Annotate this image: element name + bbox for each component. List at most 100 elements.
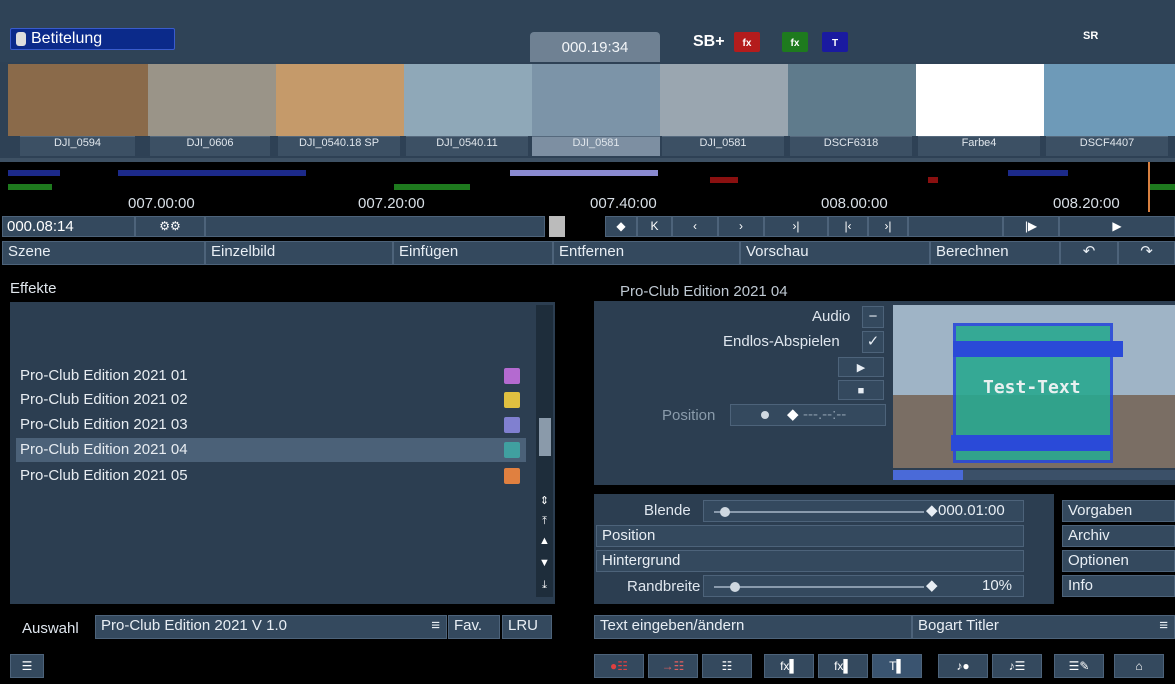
position-button[interactable]: Position xyxy=(596,525,1024,547)
entfernen-button[interactable]: Entfernen xyxy=(553,241,740,265)
settings-gear-icon[interactable]: ⚙⚙ xyxy=(135,216,205,237)
mark-end-icon[interactable]: ›| xyxy=(868,216,908,237)
randbreite-label: Randbreite xyxy=(627,578,701,595)
effect-thumb-icon xyxy=(504,442,520,458)
info-button[interactable]: Info xyxy=(1062,575,1175,597)
loop-checkbox[interactable]: ✓ xyxy=(862,331,884,353)
bottom-toolbar: ☰ ●☷ →☷ ☷ fx▌ fx▌ T▌ ♪● ♪☰ ☰✎ ⌂ xyxy=(0,650,1175,684)
fx-red-bottom-icon[interactable]: fx▌ xyxy=(764,654,814,678)
position-slider[interactable]: ◆ ---.--:-- xyxy=(730,404,886,426)
title-track-icon[interactable]: T xyxy=(822,32,848,52)
randbreite-slider[interactable]: ◆ 10% xyxy=(703,575,1024,597)
clip-thumbnail[interactable] xyxy=(148,64,276,136)
clip-label: DJI_0581 xyxy=(662,136,784,156)
menu-lines-icon: ≡ xyxy=(431,617,440,634)
archiv-button[interactable]: Archiv xyxy=(1062,525,1175,547)
home-icon[interactable]: ⌂ xyxy=(1114,654,1164,678)
einfuegen-button[interactable]: Einfügen xyxy=(393,241,553,265)
stop-square-icon[interactable] xyxy=(549,216,565,237)
loop-label: Endlos-Abspielen xyxy=(723,333,840,350)
spacer-button xyxy=(908,216,1003,237)
clip-thumbnail[interactable] xyxy=(916,64,1044,136)
blende-label: Blende xyxy=(644,502,691,519)
hintergrund-button[interactable]: Hintergrund xyxy=(596,550,1024,572)
current-timecode: 000.19:34 xyxy=(530,32,660,64)
scroll-bottom-icon[interactable]: ⤓ xyxy=(536,576,553,594)
auswahl-select[interactable]: Pro-Club Edition 2021 V 1.0 ≡ xyxy=(95,615,447,639)
clip-thumbnail[interactable] xyxy=(404,64,532,136)
clip-thumbnail[interactable] xyxy=(788,64,916,136)
play-range-icon[interactable]: |▶ xyxy=(1003,216,1059,237)
menu-lines-icon: ≡ xyxy=(1159,617,1168,634)
playhead[interactable] xyxy=(1148,162,1150,212)
randbreite-knob xyxy=(730,582,740,592)
effect-item[interactable]: Pro-Club Edition 2021 03 xyxy=(16,413,526,437)
clip-label: DSCF6318 xyxy=(790,136,912,156)
effects-header: Effekte xyxy=(10,280,57,297)
szene-button[interactable]: Szene xyxy=(2,241,205,265)
mark-start-icon[interactable]: |‹ xyxy=(828,216,868,237)
effect-item[interactable]: Pro-Club Edition 2021 02 xyxy=(16,388,526,412)
einzelbild-button[interactable]: Einzelbild xyxy=(205,241,393,265)
blende-slider[interactable]: ◆ 000.01:00 xyxy=(703,500,1024,522)
scroll-drag-icon[interactable]: ⇕ xyxy=(536,492,553,510)
clip-thumbnail[interactable] xyxy=(1044,64,1175,136)
redo-icon[interactable]: ↷ xyxy=(1118,241,1175,265)
position-label: Position xyxy=(662,407,716,424)
clip-thumbnail[interactable] xyxy=(532,64,660,136)
effect-item-selected[interactable]: Pro-Club Edition 2021 04 xyxy=(16,438,526,462)
clip-thumbnail[interactable] xyxy=(660,64,788,136)
scroll-up-icon[interactable]: ▲ xyxy=(536,532,553,550)
timeline[interactable]: 007.00:00 007.20:00 007.40:00 008.00:00 … xyxy=(0,162,1175,214)
preview-stop-icon[interactable]: ■ xyxy=(838,380,884,400)
storyboard-icon[interactable]: ☷ xyxy=(702,654,752,678)
jump-start-icon[interactable]: K xyxy=(637,216,672,237)
list-menu-icon[interactable]: ☰ xyxy=(10,654,44,678)
timeline-label: 008.20:00 xyxy=(1053,195,1120,212)
record-list-icon[interactable]: ●☷ xyxy=(594,654,644,678)
effect-thumb-icon xyxy=(504,417,520,433)
undo-icon[interactable]: ↶ xyxy=(1060,241,1118,265)
auswahl-label: Auswahl xyxy=(22,620,79,637)
scrub-bar[interactable] xyxy=(205,216,545,237)
clip-label: DJI_0594 xyxy=(20,136,135,156)
timeline-label: 007.00:00 xyxy=(128,195,195,212)
set-mark-icon[interactable]: ◆ xyxy=(605,216,637,237)
effect-thumb-icon xyxy=(504,392,520,408)
jump-end-icon[interactable]: ›| xyxy=(764,216,828,237)
music-list-icon[interactable]: ♪☰ xyxy=(992,654,1042,678)
title-bottom-icon[interactable]: T▌ xyxy=(872,654,922,678)
fav-button[interactable]: Fav. xyxy=(448,615,500,639)
diamond-icon: ◆ xyxy=(926,502,938,519)
vorgaben-button[interactable]: Vorgaben xyxy=(1062,500,1175,522)
tools-icon[interactable]: ☰✎ xyxy=(1054,654,1104,678)
text-edit-button[interactable]: Text eingeben/ändern xyxy=(594,615,912,639)
optionen-button[interactable]: Optionen xyxy=(1062,550,1175,572)
fx-green-bottom-icon[interactable]: fx▌ xyxy=(818,654,868,678)
clip-thumbnail[interactable] xyxy=(8,64,148,136)
effect-item[interactable]: Pro-Club Edition 2021 05 xyxy=(16,464,526,488)
vorschau-button[interactable]: Vorschau xyxy=(740,241,930,265)
music-record-icon[interactable]: ♪● xyxy=(938,654,988,678)
scroll-thumb[interactable] xyxy=(539,418,551,456)
scroll-down-icon[interactable]: ▼ xyxy=(536,554,553,572)
lru-button[interactable]: LRU xyxy=(502,615,552,639)
fx-green-icon[interactable]: fx xyxy=(782,32,808,52)
effect-thumb-icon xyxy=(504,368,520,384)
play-icon[interactable]: ▶ xyxy=(1059,216,1175,237)
fx-red-icon[interactable]: fx xyxy=(734,32,760,52)
titler-select[interactable]: Bogart Titler ≡ xyxy=(912,615,1175,639)
clip-label-selected: DJI_0581 xyxy=(532,136,660,156)
blende-knob xyxy=(720,507,730,517)
timeline-label: 008.00:00 xyxy=(821,195,888,212)
step-back-icon[interactable]: ‹ xyxy=(672,216,718,237)
audio-toggle[interactable]: − xyxy=(862,306,884,328)
clip-thumbnail[interactable] xyxy=(276,64,404,136)
position-field[interactable]: 000.08:14 xyxy=(2,216,135,237)
scroll-top-icon[interactable]: ⤒ xyxy=(536,512,553,530)
step-forward-icon[interactable]: › xyxy=(718,216,764,237)
effect-item[interactable]: Pro-Club Edition 2021 01 xyxy=(16,364,526,388)
preview-play-icon[interactable]: ▶ xyxy=(838,357,884,377)
berechnen-button[interactable]: Berechnen xyxy=(930,241,1060,265)
insert-list-icon[interactable]: →☷ xyxy=(648,654,698,678)
